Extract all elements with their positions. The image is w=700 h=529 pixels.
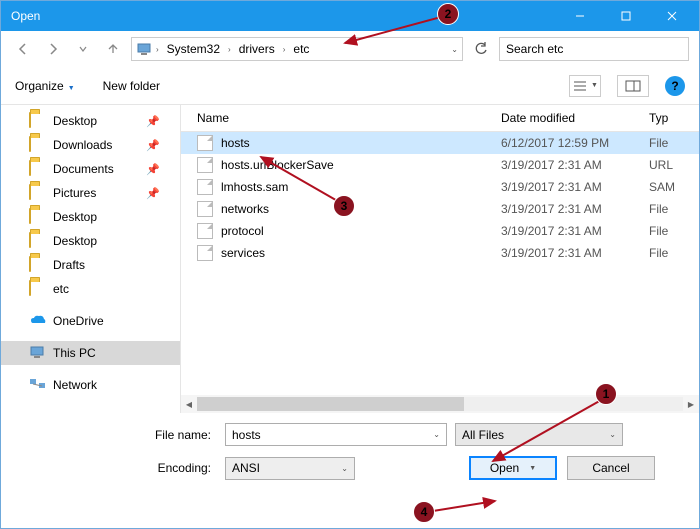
breadcrumb-item[interactable]: etc <box>289 42 313 56</box>
file-icon <box>197 157 213 173</box>
table-row[interactable]: hosts.urlBlockerSave3/19/2017 2:31 AMURL <box>181 154 699 176</box>
table-row[interactable]: lmhosts.sam3/19/2017 2:31 AMSAM <box>181 176 699 198</box>
sidebar-item-pictures[interactable]: Pictures📌 <box>1 181 180 205</box>
preview-pane-button[interactable] <box>617 75 649 97</box>
encoding-label: Encoding: <box>17 461 217 475</box>
pin-icon: 📌 <box>146 163 160 176</box>
chevron-down-icon: ⌄ <box>341 464 348 473</box>
pin-icon: 📌 <box>146 139 160 152</box>
column-type[interactable]: Typ <box>649 111 689 125</box>
file-icon <box>197 223 213 239</box>
sidebar-item-documents[interactable]: Documents📌 <box>1 157 180 181</box>
file-icon <box>197 201 213 217</box>
filename-input[interactable]: hosts⌄ <box>225 423 447 446</box>
cancel-button[interactable]: Cancel <box>567 456 655 480</box>
chevron-right-icon: › <box>226 45 233 54</box>
open-button[interactable]: Open▼ <box>469 456 557 480</box>
dialog-body: Desktop📌 Downloads📌 Documents📌 Pictures📌… <box>1 105 699 413</box>
file-type-filter[interactable]: All Files⌄ <box>455 423 623 446</box>
breadcrumb-item[interactable]: System32 <box>163 42 224 56</box>
encoding-select[interactable]: ANSI⌄ <box>225 457 355 480</box>
annotation-callout-2: 2 <box>437 3 459 25</box>
table-row[interactable]: hosts6/12/2017 12:59 PMFile <box>181 132 699 154</box>
annotation-callout-1: 1 <box>595 383 617 405</box>
back-button[interactable] <box>11 37 35 61</box>
chevron-right-icon: › <box>154 45 161 54</box>
sidebar-item-drafts[interactable]: Drafts <box>1 253 180 277</box>
close-button[interactable] <box>649 1 695 31</box>
search-placeholder: Search etc <box>506 42 563 56</box>
horizontal-scrollbar[interactable]: ◀ ▶ <box>181 395 699 413</box>
nav-row: › System32 › drivers › etc ⌄ Search etc <box>1 31 699 67</box>
chevron-right-icon: › <box>281 45 288 54</box>
annotation-callout-3: 3 <box>333 195 355 217</box>
column-date[interactable]: Date modified <box>501 111 649 125</box>
organize-button[interactable]: Organize▼ <box>15 79 75 93</box>
table-row[interactable]: networks3/19/2017 2:31 AMFile <box>181 198 699 220</box>
filename-label: File name: <box>17 428 217 442</box>
sidebar-item-desktop[interactable]: Desktop <box>1 205 180 229</box>
new-folder-button[interactable]: New folder <box>103 79 160 93</box>
column-name[interactable]: Name <box>197 111 501 125</box>
annotation-callout-4: 4 <box>413 501 435 523</box>
chevron-down-icon[interactable]: ⌄ <box>451 45 458 54</box>
sidebar-item-thispc[interactable]: This PC <box>1 341 180 365</box>
sidebar: Desktop📌 Downloads📌 Documents📌 Pictures📌… <box>1 105 181 413</box>
breadcrumb[interactable]: › System32 › drivers › etc ⌄ <box>131 37 463 61</box>
chevron-down-icon: ⌄ <box>609 430 616 439</box>
sidebar-item-desktop[interactable]: Desktop <box>1 229 180 253</box>
forward-button[interactable] <box>41 37 65 61</box>
sidebar-item-network[interactable]: Network <box>1 373 180 397</box>
window-title: Open <box>11 9 40 23</box>
search-input[interactable]: Search etc <box>499 37 689 61</box>
scroll-right-icon[interactable]: ▶ <box>683 396 699 412</box>
pin-icon: 📌 <box>146 115 160 128</box>
toolbar: Organize▼ New folder ▼ ? <box>1 67 699 105</box>
scroll-thumb[interactable] <box>197 397 464 411</box>
help-button[interactable]: ? <box>665 76 685 96</box>
scroll-left-icon[interactable]: ◀ <box>181 396 197 412</box>
recent-dropdown[interactable] <box>71 37 95 61</box>
onedrive-icon <box>29 313 47 329</box>
sidebar-item-downloads[interactable]: Downloads📌 <box>1 133 180 157</box>
pc-icon <box>136 41 152 57</box>
table-row[interactable]: protocol3/19/2017 2:31 AMFile <box>181 220 699 242</box>
pc-icon <box>29 345 47 361</box>
file-pane: Name Date modified Typ hosts6/12/2017 12… <box>181 105 699 413</box>
view-options-button[interactable]: ▼ <box>569 75 601 97</box>
file-list: hosts6/12/2017 12:59 PMFile hosts.urlBlo… <box>181 132 699 395</box>
file-icon <box>197 245 213 261</box>
column-headers[interactable]: Name Date modified Typ <box>181 105 699 132</box>
network-icon <box>29 377 47 393</box>
window-buttons <box>557 1 695 31</box>
minimize-button[interactable] <box>557 1 603 31</box>
sidebar-item-etc[interactable]: etc <box>1 277 180 301</box>
sidebar-item-onedrive[interactable]: OneDrive <box>1 309 180 333</box>
chevron-down-icon: ⌄ <box>433 430 440 439</box>
up-button[interactable] <box>101 37 125 61</box>
pin-icon: 📌 <box>146 187 160 200</box>
breadcrumb-item[interactable]: drivers <box>235 42 279 56</box>
file-icon <box>197 179 213 195</box>
bottom-form: File name: hosts⌄ All Files⌄ Encoding: A… <box>1 413 699 502</box>
refresh-button[interactable] <box>469 37 493 61</box>
table-row[interactable]: services3/19/2017 2:31 AMFile <box>181 242 699 264</box>
titlebar: Open <box>1 1 699 31</box>
file-icon <box>197 135 213 151</box>
sidebar-item-desktop[interactable]: Desktop📌 <box>1 109 180 133</box>
maximize-button[interactable] <box>603 1 649 31</box>
